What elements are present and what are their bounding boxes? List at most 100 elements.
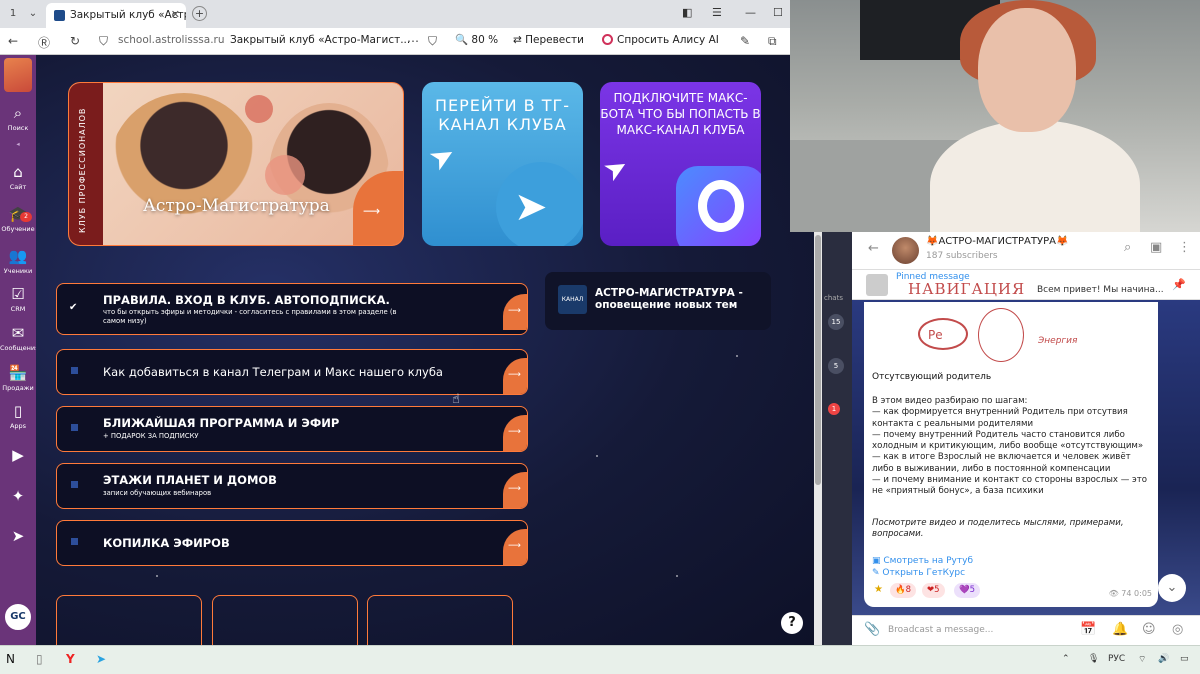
- help-button[interactable]: ?: [781, 612, 803, 634]
- menu-item-planets[interactable]: ЭТАЖИ ПЛАНЕТ И ДОМОВ записи обучающих ве…: [56, 463, 528, 509]
- menu-arrow-button[interactable]: ⟶: [503, 415, 527, 451]
- drawing-label: Ре: [928, 328, 943, 342]
- person-body: [930, 120, 1140, 232]
- sidebar-item-site[interactable]: ⌂ Сайт: [0, 163, 36, 191]
- reaction-purple-heart[interactable]: 💜5: [954, 583, 981, 598]
- video-chat-icon[interactable]: ▣: [1150, 240, 1162, 255]
- menu-item-join-channels[interactable]: Как добавиться в канал Телеграм и Макс н…: [56, 349, 528, 395]
- reaction-heart[interactable]: ❤5: [922, 583, 945, 598]
- browser-tab[interactable]: Закрытый клуб «Астро ✕: [46, 3, 186, 28]
- channel-card[interactable]: КАНАЛ АСТРО-МАГИСТРАТУРА - оповещение но…: [545, 272, 771, 330]
- calendar-icon[interactable]: 📅: [1080, 622, 1096, 637]
- language-indicator[interactable]: РУС: [1108, 654, 1125, 664]
- zoom-level[interactable]: 🔍 80 %: [455, 33, 498, 46]
- translate-button[interactable]: ⇄ Перевести: [508, 32, 589, 48]
- channel-avatar[interactable]: [892, 237, 919, 264]
- sidebar-item-students[interactable]: 👥 Ученики: [0, 247, 36, 275]
- new-tab-button[interactable]: +: [192, 6, 207, 21]
- message-cta: Посмотрите видео и поделитесь мыслями, п…: [872, 518, 1124, 540]
- pinned-preview: Всем привет! Мы начина...: [1037, 285, 1164, 295]
- close-tab-icon[interactable]: ✕: [171, 8, 180, 21]
- alice-button[interactable]: Спросить Алису AI: [597, 32, 724, 48]
- chevron-down-icon[interactable]: ⌄: [24, 5, 42, 23]
- banner-telegram-channel[interactable]: ПЕРЕЙТИ В ТГ-КАНАЛ КЛУБА ➤ ➤: [422, 82, 583, 246]
- telegram-icon[interactable]: ➤: [96, 652, 106, 666]
- lesson-icon: [71, 424, 78, 431]
- file-icon[interactable]: ▯: [36, 652, 43, 666]
- feather-icon[interactable]: ✎: [740, 34, 750, 48]
- wifi-icon[interactable]: ⌔: [1138, 654, 1146, 665]
- bookmark-icon[interactable]: ⛉: [428, 34, 437, 49]
- back-arrow-icon[interactable]: ←: [8, 34, 18, 48]
- back-arrow-icon[interactable]: ←: [868, 241, 879, 256]
- scrollbar-thumb[interactable]: [815, 235, 821, 485]
- banner-title: ПЕРЕЙТИ В ТГ-КАНАЛ КЛУБА: [434, 96, 571, 134]
- sidebar-item-apps[interactable]: ▯ Apps: [0, 402, 36, 430]
- more-icon[interactable]: ⋯: [407, 34, 419, 48]
- menu-item-archive[interactable]: КОПИЛКА ЭФИРОВ ⟶: [56, 520, 528, 566]
- speaker-icon[interactable]: 🔊: [1158, 654, 1169, 664]
- channel-name[interactable]: 🦊АСТРО-МАГИСТРАТУРА🦊: [926, 236, 1068, 247]
- menu-icon[interactable]: ☰: [712, 6, 722, 19]
- menu-arrow-button[interactable]: ⟶: [503, 529, 527, 565]
- yandex-id-icon[interactable]: Ⓡ: [38, 34, 50, 51]
- pin-icon[interactable]: 📌: [1172, 278, 1186, 291]
- pinned-message-bar[interactable]: Pinned message НАВИГАЦИЯ Всем привет! Мы…: [852, 270, 1200, 300]
- shield-icon[interactable]: ⛉: [99, 34, 108, 49]
- sidebar-item-crm[interactable]: ☑ CRM: [0, 285, 36, 313]
- search-icon[interactable]: ⌕: [1124, 240, 1131, 255]
- camera-icon[interactable]: ◎: [1172, 622, 1183, 637]
- more-icon[interactable]: ⋮: [1178, 240, 1191, 255]
- microphone-icon[interactable]: 🎙: [1088, 654, 1099, 664]
- arrow-right-icon: ⟶: [508, 484, 521, 494]
- reaction-count: 5: [969, 585, 976, 595]
- menu-item-program[interactable]: БЛИЖАЙШАЯ ПРОГРАММА И ЭФИР + ПОДАРОК ЗА …: [56, 406, 528, 452]
- tab-list-icon[interactable]: 1: [4, 5, 22, 23]
- message-input-bar: 📎 Broadcast a message... 📅 🔔 ☺ ◎: [852, 615, 1200, 645]
- unread-badge[interactable]: 15: [828, 314, 844, 330]
- menu-arrow-button[interactable]: ⟶: [503, 358, 527, 394]
- scroll-down-button[interactable]: ⌄: [1158, 574, 1186, 602]
- video-icon[interactable]: ▶: [0, 446, 36, 466]
- notion-icon[interactable]: N: [6, 652, 15, 666]
- menu-arrow-button[interactable]: ⟶: [503, 294, 527, 330]
- minimize-icon[interactable]: —: [745, 6, 756, 19]
- reaction-fire[interactable]: 🔥8: [890, 583, 917, 598]
- telegram-chat-list: chats: [822, 232, 852, 645]
- sidebar-item-messages[interactable]: ✉ Сообщения: [0, 324, 39, 352]
- page-title[interactable]: Закрытый клуб «Астро-Магист...: [230, 34, 410, 46]
- banner-astro-magistratura[interactable]: КЛУБ ПРОФЕССИОНАЛОВ Астро-Магистратура ⟶: [68, 82, 404, 246]
- channel-logo: КАНАЛ: [558, 285, 587, 314]
- url-text[interactable]: school.astrolisssa.ru: [118, 34, 225, 46]
- banner-max-bot[interactable]: ПОДКЛЮЧИТЕ МАКС-БОТА ЧТО БЫ ПОПАСТЬ В МА…: [600, 82, 761, 246]
- avatar[interactable]: [4, 58, 32, 92]
- telegram-icon[interactable]: ➤: [0, 527, 36, 547]
- reload-icon[interactable]: ↻: [70, 34, 80, 48]
- getcourse-link[interactable]: ✎ Открыть ГетКурс: [872, 568, 965, 578]
- alice-icon: [602, 34, 613, 45]
- sidebar-item-search[interactable]: ⌕ Поиск: [0, 104, 36, 132]
- emoji-icon[interactable]: ☺: [1142, 622, 1156, 637]
- chevron-up-icon[interactable]: ⌃: [1062, 654, 1070, 664]
- menu-arrow-button[interactable]: ⟶: [503, 472, 527, 508]
- bell-icon[interactable]: 🔔: [1112, 622, 1128, 637]
- banner-strip: КЛУБ ПРОФЕССИОНАЛОВ: [69, 83, 103, 245]
- yandex-browser-icon[interactable]: Y: [66, 652, 75, 666]
- sidebar-item-sales[interactable]: 🏪 Продажи: [0, 364, 36, 392]
- wallet-icon[interactable]: ◧: [682, 6, 692, 19]
- zoom-value: 80 %: [471, 34, 499, 46]
- channel-message[interactable]: Ре Энергия Отсутсвующий родитель В этом …: [864, 302, 1158, 607]
- rutube-link[interactable]: ▣ Смотреть на Рутуб: [872, 556, 973, 566]
- unread-badge[interactable]: 1: [828, 403, 840, 415]
- sidebar-item-label: Apps: [9, 422, 27, 430]
- broadcast-input[interactable]: Broadcast a message...: [888, 625, 993, 635]
- drawing-circle: [978, 308, 1024, 362]
- star-icon[interactable]: ★: [874, 584, 883, 595]
- attach-icon[interactable]: 📎: [864, 622, 880, 637]
- compass-icon[interactable]: ✦: [0, 487, 36, 507]
- unread-badge[interactable]: 5: [828, 358, 844, 374]
- extensions-icon[interactable]: ⧉: [768, 34, 777, 49]
- menu-item-rules[interactable]: ✔ ПРАВИЛА. ВХОД В КЛУБ. АВТОПОДПИСКА. чт…: [56, 283, 528, 335]
- battery-icon[interactable]: ▭: [1180, 654, 1189, 664]
- maximize-icon[interactable]: ☐: [773, 6, 783, 19]
